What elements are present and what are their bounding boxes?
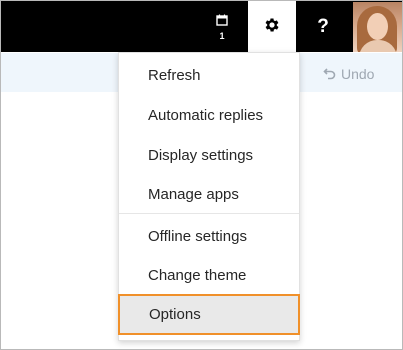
undo-button[interactable]: Undo: [323, 65, 374, 83]
menu-item-change-theme[interactable]: Change theme: [119, 255, 299, 295]
menu-item-manage-apps[interactable]: Manage apps: [119, 174, 299, 214]
gear-icon: [263, 16, 281, 39]
help-button[interactable]: ?: [299, 1, 347, 52]
menu-item-display-settings[interactable]: Display settings: [119, 135, 299, 175]
calendar-button[interactable]: 1: [198, 1, 246, 52]
menu-item-refresh[interactable]: Refresh: [119, 55, 299, 95]
app-window: 1 ? Undo Refresh Automatic replies Displ…: [0, 0, 403, 350]
undo-icon: [323, 66, 337, 83]
menu-divider: [119, 213, 299, 214]
menu-item-automatic-replies[interactable]: Automatic replies: [119, 95, 299, 135]
menu-item-options[interactable]: Options: [118, 294, 300, 335]
undo-label: Undo: [341, 66, 375, 82]
calendar-icon: [216, 13, 228, 31]
help-icon: ?: [317, 15, 329, 37]
avatar-face: [367, 13, 388, 40]
top-navigation-bar: 1 ?: [1, 1, 402, 53]
calendar-badge: 1: [219, 30, 225, 41]
settings-menu: Refresh Automatic replies Display settin…: [118, 52, 300, 341]
avatar[interactable]: [353, 2, 402, 52]
menu-item-offline-settings[interactable]: Offline settings: [119, 216, 299, 256]
settings-button[interactable]: [248, 1, 296, 53]
